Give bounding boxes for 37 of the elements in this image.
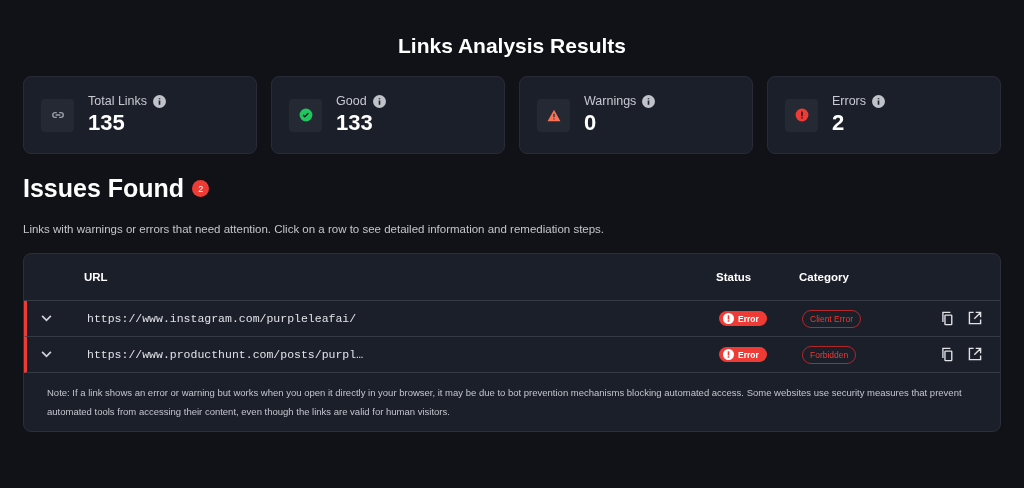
chevron-icon[interactable]	[41, 351, 52, 358]
warning-icon	[546, 108, 561, 122]
stat-value: 2	[832, 110, 846, 136]
error-icon	[794, 108, 809, 122]
url-text: https://www.producthunt.com/posts/purpl…	[87, 348, 365, 361]
info-icon[interactable]	[642, 94, 656, 108]
status-label: Error	[738, 313, 759, 324]
stat-label: Total Links	[88, 94, 148, 108]
status-label: Error	[738, 349, 759, 360]
description-text: Links with warnings or errors that need attention. Click on a row to see detailed information and remediation steps.	[23, 223, 606, 235]
table-row[interactable]: https://www.producthunt.com/posts/purpl… Error Forbidden	[24, 337, 1000, 373]
info-icon[interactable]	[872, 94, 886, 108]
count-badge: 2	[192, 180, 210, 197]
alert-icon	[723, 313, 734, 324]
info-icon[interactable]	[372, 94, 386, 108]
column-header: Status	[716, 271, 753, 283]
stat-value: 0	[584, 110, 598, 136]
note-text: Note: If a link shows an error or warning but works when you open it directly in your browser, it may be due to bot prevention mechanisms blocking automated access. Some websites use security measures that prevent automated tools from accessing their content, even though the links are valid for human visitors.	[46, 386, 963, 419]
column-header: Category	[799, 271, 850, 283]
url-text: https://www.instagram.com/purpleleafai/	[87, 312, 358, 325]
external-link-icon[interactable]	[968, 311, 982, 325]
copy-icon[interactable]	[940, 311, 954, 326]
info-icon[interactable]	[153, 94, 167, 108]
chevron-icon[interactable]	[41, 315, 52, 322]
stat-label: Good	[336, 94, 367, 108]
copy-icon[interactable]	[940, 347, 954, 362]
check-circle-icon	[298, 108, 313, 122]
external-link-icon[interactable]	[968, 347, 982, 361]
alert-icon	[723, 349, 734, 360]
page-title: Links Analysis Results	[397, 34, 627, 58]
table-row[interactable]: https://www.instagram.com/purpleleafai/ Error Client Error	[24, 301, 1000, 337]
stat-label: Errors	[832, 94, 867, 108]
column-header: URL	[84, 271, 109, 283]
stat-label: Warnings	[584, 94, 637, 108]
stat-value: 133	[336, 110, 374, 136]
stat-value: 135	[88, 110, 126, 136]
section-heading: Issues Found	[23, 174, 185, 203]
